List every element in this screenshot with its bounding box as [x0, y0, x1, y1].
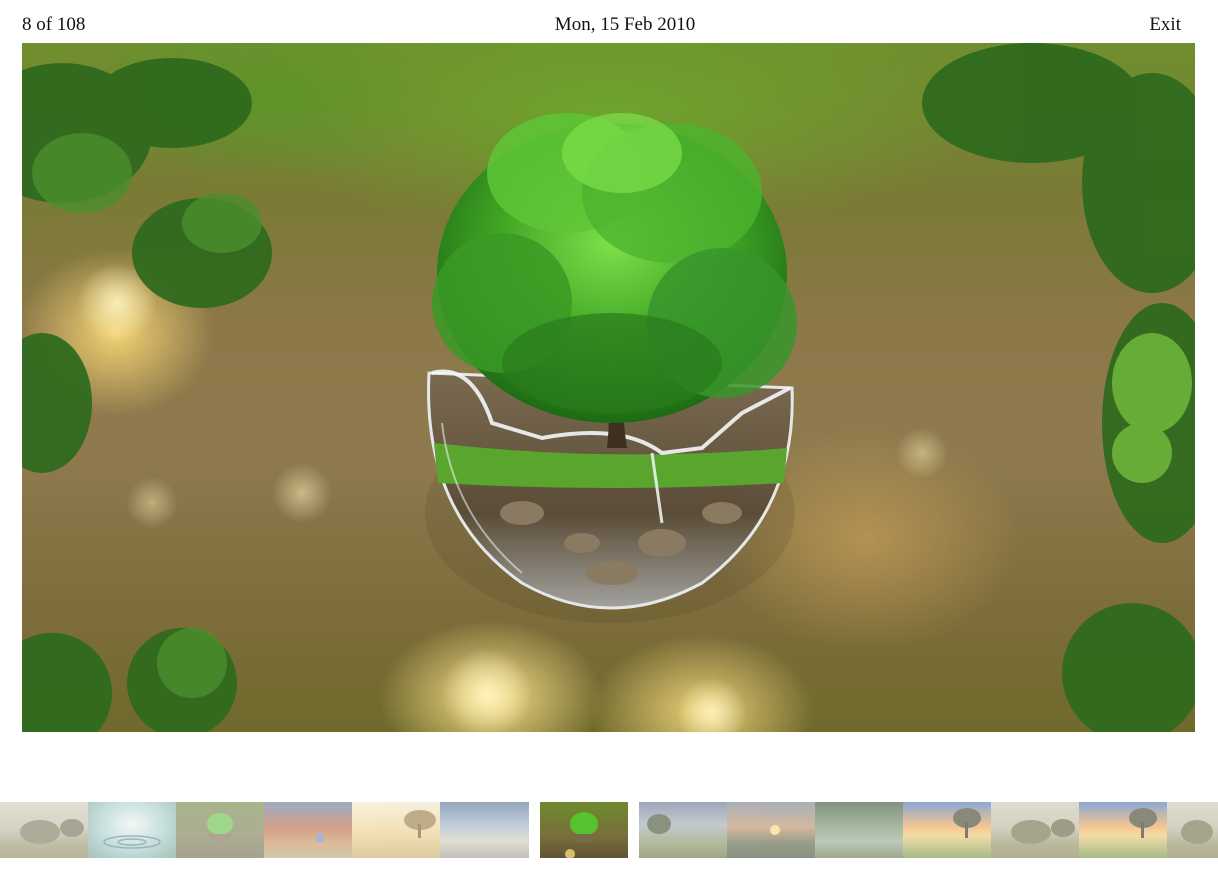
- thumb-sunset-tree[interactable]: [352, 802, 440, 858]
- thumb-sunset-tree-lake-2[interactable]: [1079, 802, 1167, 858]
- thumb-sunset-hills[interactable]: [727, 802, 815, 858]
- main-photo[interactable]: [22, 43, 1195, 732]
- thumb-countryside-trees-3[interactable]: [1167, 802, 1218, 858]
- thumb-autumn-field[interactable]: [264, 802, 352, 858]
- exit-button[interactable]: Exit: [1149, 14, 1181, 36]
- thumb-sunset-tree-lake[interactable]: [903, 802, 991, 858]
- filmstrip: [0, 802, 1218, 858]
- viewer-header: 8 of 108 Mon, 15 Feb 2010 Exit: [0, 0, 1218, 42]
- thumb-countryside-trees-2[interactable]: [991, 802, 1079, 858]
- thumb-water-ripple[interactable]: [88, 802, 176, 858]
- thumb-misty-forest[interactable]: [815, 802, 903, 858]
- thumb-current-tree-sphere[interactable]: [540, 802, 628, 858]
- thumb-tree-sphere[interactable]: [176, 802, 264, 858]
- thumb-stormy-field[interactable]: [639, 802, 727, 858]
- photo-date: Mon, 15 Feb 2010: [554, 14, 696, 35]
- thumb-coastal-dunes[interactable]: [440, 802, 529, 858]
- thumb-countryside-trees[interactable]: [0, 802, 88, 858]
- main-photo-art: [22, 43, 1195, 732]
